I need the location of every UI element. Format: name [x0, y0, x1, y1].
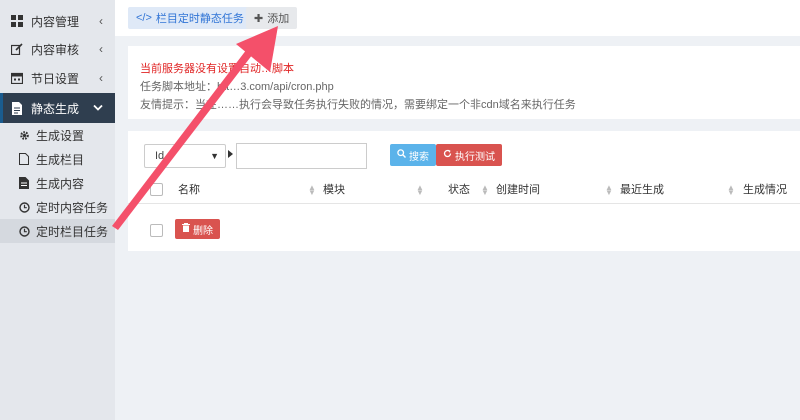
column-header-generation-status[interactable]: 生成情况 — [743, 176, 787, 204]
plus-icon: ✚ — [254, 12, 264, 25]
sidebar-subitem-timed-column-task[interactable]: 定时栏目任务 — [0, 219, 115, 243]
sort-icon[interactable]: ▲ ▼ — [308, 184, 316, 197]
sidebar-item-label: 内容管理 — [31, 14, 80, 29]
column-header-created-time[interactable]: 创建时间 — [496, 176, 540, 204]
table-header: 名称 ▲ ▼ 模块 ▲ ▼ 状态 ▲ ▼ 创建时间 ▲ ▼ 最近生成 ▲ ▼ 生成情况 — [128, 176, 800, 204]
sidebar-subitem-label: 生成栏目 — [36, 152, 85, 167]
sort-icon[interactable]: ▲ ▼ — [727, 184, 735, 197]
chevron-left-icon: ‹ — [99, 14, 103, 28]
server-warning-text: 当前服务器没有设置自动…脚本 — [140, 63, 294, 75]
search-button-label: 搜索 — [409, 151, 429, 163]
column-header-last-generated[interactable]: 最近生成 — [620, 176, 664, 204]
delete-button-label: 删除 — [193, 225, 213, 237]
field-select[interactable]: Id ▼ — [144, 144, 226, 168]
tab-label: 栏目定时静态任务 — [155, 13, 244, 25]
clock-icon — [18, 201, 30, 213]
code-icon: </> — [136, 12, 152, 24]
refresh-icon — [443, 149, 452, 161]
clock-icon — [18, 225, 30, 237]
sidebar-item-static-generation[interactable]: 静态生成 — [0, 93, 115, 123]
search-icon — [397, 149, 406, 161]
delete-button[interactable]: 删除 — [175, 219, 220, 239]
sidebar-subitem-label: 生成内容 — [36, 176, 85, 191]
column-header-module[interactable]: 模块 — [323, 176, 345, 204]
sort-icon[interactable]: ▲ ▼ — [605, 184, 613, 197]
sidebar-item-content-review[interactable]: 内容审核 ‹ — [0, 34, 115, 64]
column-header-name[interactable]: 名称 — [178, 176, 200, 204]
sidebar-item-label: 节日设置 — [31, 71, 80, 86]
sidebar-item-holiday-settings[interactable]: 节日设置 ‹ — [0, 63, 115, 93]
chevron-down-icon — [93, 101, 103, 115]
grid-icon — [10, 14, 24, 28]
sort-icon[interactable]: ▲ ▼ — [416, 184, 424, 197]
sidebar-subitem-generate-column[interactable]: 生成栏目 — [0, 147, 115, 171]
file-icon — [10, 101, 24, 115]
sidebar-subitem-label: 定时内容任务 — [36, 200, 109, 215]
sidebar-subitem-label: 定时栏目任务 — [36, 224, 109, 239]
calendar-icon — [10, 71, 24, 85]
task-list-panel: Id ▼ 搜索 执行测试 名称 ▲ ▼ 模块 ▲ ▼ 状态 ▲ ▼ 创建时间 ▲ ▼ — [128, 131, 800, 251]
sidebar-item-content-management[interactable]: 内容管理 ‹ — [0, 6, 115, 36]
row-checkbox[interactable] — [150, 224, 163, 237]
sidebar-subitem-timed-content-task[interactable]: 定时内容任务 — [0, 195, 115, 219]
script-address-url: htt…3.com/api/cron.php — [217, 81, 334, 93]
sidebar-item-label: 静态生成 — [31, 101, 80, 116]
friendly-tip-text: 友情提示：当在……执行会导致任务执行失败的情况，需要绑定一个非cdn域名来执行任… — [140, 99, 576, 111]
file-icon — [18, 177, 30, 189]
add-button-label: 添加 — [267, 13, 290, 25]
script-address-line: 任务脚本地址：htt…3.com/api/cron.php — [140, 78, 800, 96]
file-outline-icon — [18, 153, 30, 165]
sidebar-subitem-generate-content[interactable]: 生成内容 — [0, 171, 115, 195]
tab-column-timed-static-task[interactable]: </> 栏目定时静态任务 — [128, 7, 252, 29]
sidebar-subitem-generate-settings[interactable]: 生成设置 — [0, 123, 115, 147]
chevron-left-icon: ‹ — [99, 42, 103, 56]
sort-icon[interactable]: ▲ ▼ — [481, 184, 489, 197]
sidebar-item-label: 内容审核 — [31, 42, 80, 57]
chevron-down-icon: ▼ — [210, 151, 219, 161]
edit-icon — [10, 42, 24, 56]
script-address-label: 任务脚本地址： — [140, 81, 217, 93]
add-button[interactable]: ✚ 添加 — [246, 7, 298, 29]
sidebar: 内容管理 ‹ 内容审核 ‹ 节日设置 ‹ 静态生成 生成设置 生成栏目 生成内容… — [0, 0, 115, 420]
main-content: 当前服务器没有设置自动…脚本 任务脚本地址：htt…3.com/api/cron… — [115, 36, 800, 420]
select-all-checkbox[interactable] — [150, 183, 163, 196]
sidebar-subitem-label: 生成设置 — [36, 128, 85, 143]
trash-icon — [182, 223, 190, 235]
execute-test-button-label: 执行测试 — [455, 151, 495, 163]
search-button[interactable]: 搜索 — [390, 144, 436, 166]
field-select-value: Id — [155, 150, 165, 162]
keyword-input[interactable] — [236, 143, 367, 169]
chevron-left-icon: ‹ — [99, 71, 103, 85]
notice-box: 当前服务器没有设置自动…脚本 任务脚本地址：htt…3.com/api/cron… — [128, 46, 800, 119]
caret-right-icon — [228, 150, 233, 158]
column-header-status[interactable]: 状态 — [448, 176, 470, 204]
gear-icon — [18, 129, 30, 141]
execute-test-button[interactable]: 执行测试 — [436, 144, 502, 166]
tab-bar: </> 栏目定时静态任务 ✚ 添加 — [115, 0, 800, 36]
